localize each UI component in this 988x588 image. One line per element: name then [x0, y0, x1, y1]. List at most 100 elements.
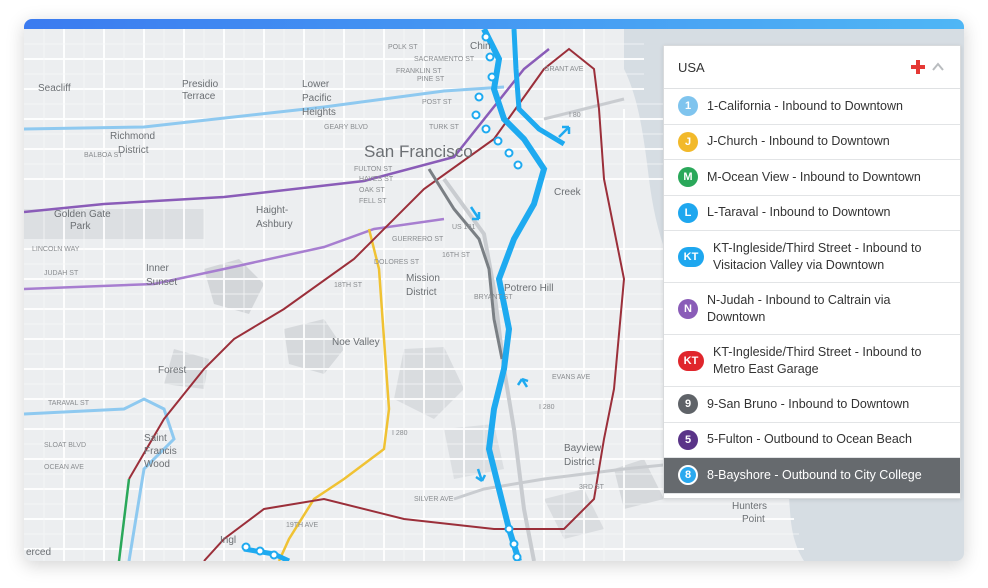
panel-title: USA [678, 59, 705, 75]
svg-text:3RD ST: 3RD ST [579, 484, 605, 491]
svg-text:Terrace: Terrace [182, 91, 216, 102]
svg-text:Saint: Saint [144, 433, 167, 444]
route-list: 1 1-California - Inbound to Downtown J J-Ch… [664, 89, 960, 494]
svg-text:Ashbury: Ashbury [256, 219, 293, 230]
route-item[interactable]: 1 1-California - Inbound to Downtown [664, 89, 960, 125]
svg-text:DOLORES ST: DOLORES ST [374, 259, 420, 266]
chevron-up-icon[interactable] [930, 59, 946, 75]
route-name: KT-Ingleside/Third Street - Inbound to M… [713, 344, 922, 376]
route-item[interactable]: L L-Taraval - Inbound to Downtown [664, 196, 960, 231]
route-item[interactable]: 5 5-Fulton - Outbound to Ocean Beach [664, 423, 960, 458]
route-badge: L [678, 202, 698, 223]
svg-text:GRANT AVE: GRANT AVE [544, 66, 584, 73]
svg-text:SLOAT BLVD: SLOAT BLVD [44, 442, 86, 449]
route-item[interactable]: 8 8-Bayshore - Outbound to City College [664, 458, 960, 494]
plus-icon[interactable] [910, 59, 926, 75]
svg-text:Hunters: Hunters [732, 501, 767, 512]
route-name: KT-Ingleside/Third Street - Inbound to V… [713, 240, 922, 272]
svg-text:erced: erced [26, 547, 51, 558]
svg-text:SILVER AVE: SILVER AVE [414, 496, 454, 503]
route-item[interactable]: KT KT-Ingleside/Third Street - Inbound to… [664, 231, 960, 283]
svg-text:District: District [118, 145, 149, 156]
svg-text:Forest: Forest [158, 365, 187, 376]
svg-text:BALBOA ST: BALBOA ST [84, 152, 123, 159]
route-item[interactable]: N N-Judah - Inbound to Caltrain via Downt… [664, 283, 960, 335]
svg-text:19TH AVE: 19TH AVE [286, 522, 318, 529]
route-name: 1-California - Inbound to Downtown [707, 98, 903, 113]
svg-text:District: District [406, 287, 437, 298]
svg-text:I 280: I 280 [392, 430, 408, 437]
svg-text:I 80: I 80 [569, 112, 581, 119]
svg-text:Creek: Creek [554, 187, 582, 198]
svg-text:FULTON ST: FULTON ST [354, 166, 393, 173]
svg-text:GEARY BLVD: GEARY BLVD [324, 124, 368, 131]
svg-text:POLK ST: POLK ST [388, 44, 418, 51]
svg-text:Pacific: Pacific [302, 93, 331, 104]
route-name: N-Judah - Inbound to Caltrain via Downto… [707, 292, 891, 324]
svg-text:EVANS AVE: EVANS AVE [552, 374, 591, 381]
route-badge: KT [678, 350, 704, 371]
route-item[interactable]: 9 9-San Bruno - Inbound to Downtown [664, 387, 960, 423]
svg-text:LINCOLN WAY: LINCOLN WAY [32, 246, 80, 253]
svg-text:District: District [564, 457, 595, 468]
route-badge: 8 [678, 465, 698, 486]
svg-text:Francis: Francis [144, 446, 177, 457]
route-name: M-Ocean View - Inbound to Downtown [707, 169, 921, 184]
route-badge: KT [678, 246, 704, 267]
svg-text:Sunset: Sunset [146, 277, 177, 288]
route-badge: J [678, 131, 698, 152]
route-badge: N [678, 298, 698, 319]
top-accent-bar [24, 19, 964, 29]
svg-text:Inner: Inner [146, 263, 169, 274]
svg-text:Noe Valley: Noe Valley [332, 337, 380, 348]
svg-text:JUDAH ST: JUDAH ST [44, 270, 79, 277]
map-card: San Francisco Seacliff Presidio Terrace … [24, 19, 964, 561]
svg-text:TARAVAL ST: TARAVAL ST [48, 400, 90, 407]
svg-text:FRANKLIN ST: FRANKLIN ST [396, 68, 442, 75]
svg-text:16TH ST: 16TH ST [442, 252, 471, 259]
golden-gate-park-area [24, 209, 204, 239]
svg-text:FELL ST: FELL ST [359, 198, 387, 205]
svg-text:POST ST: POST ST [422, 99, 453, 106]
routes-panel: USA 1 1-California - Inbound to Downtown J… [663, 45, 961, 499]
svg-text:Presidio: Presidio [182, 79, 219, 90]
panel-actions [910, 59, 946, 75]
route-item[interactable]: KT KT-Ingleside/Third Street - Inbound to… [664, 335, 960, 387]
svg-text:Ingl: Ingl [220, 535, 236, 546]
svg-text:Park: Park [70, 221, 92, 232]
svg-text:Heights: Heights [302, 107, 336, 118]
svg-text:Haight-: Haight- [256, 205, 288, 216]
route-item[interactable]: J J-Church - Inbound to Downtown [664, 125, 960, 160]
svg-text:Wood: Wood [144, 459, 170, 470]
route-name: 8-Bayshore - Outbound to City College [707, 467, 922, 482]
svg-text:Lower: Lower [302, 79, 330, 90]
city-label: San Francisco [364, 142, 473, 161]
svg-text:18TH ST: 18TH ST [334, 282, 363, 289]
panel-header: USA [664, 46, 960, 89]
route-name: J-Church - Inbound to Downtown [707, 134, 890, 149]
route-badge: 9 [678, 394, 698, 415]
svg-text:Point: Point [742, 514, 765, 525]
svg-text:Mission: Mission [406, 273, 440, 284]
route-badge: 1 [678, 96, 698, 117]
svg-text:SACRAMENTO ST: SACRAMENTO ST [414, 56, 475, 63]
neighborhood-label: Seacliff [38, 83, 71, 94]
route-name: 5-Fulton - Outbound to Ocean Beach [707, 432, 912, 447]
svg-text:GUERRERO ST: GUERRERO ST [392, 236, 444, 243]
route-badge: M [678, 167, 698, 188]
svg-text:BRYANT ST: BRYANT ST [474, 294, 513, 301]
svg-text:Golden Gate: Golden Gate [54, 209, 111, 220]
route-name: L-Taraval - Inbound to Downtown [707, 205, 891, 220]
svg-text:OCEAN AVE: OCEAN AVE [44, 464, 84, 471]
svg-text:OAK ST: OAK ST [359, 187, 385, 194]
svg-text:Bayview: Bayview [564, 443, 602, 454]
svg-text:I 280: I 280 [539, 404, 555, 411]
svg-text:Richmond: Richmond [110, 131, 155, 142]
svg-text:TURK ST: TURK ST [429, 124, 460, 131]
svg-text:Chin: Chin [470, 41, 491, 52]
svg-text:Potrero Hill: Potrero Hill [504, 283, 553, 294]
svg-text:HAYES ST: HAYES ST [359, 176, 394, 183]
route-badge: 5 [678, 429, 698, 450]
route-item[interactable]: M M-Ocean View - Inbound to Downtown [664, 160, 960, 196]
route-name: 9-San Bruno - Inbound to Downtown [707, 396, 910, 411]
